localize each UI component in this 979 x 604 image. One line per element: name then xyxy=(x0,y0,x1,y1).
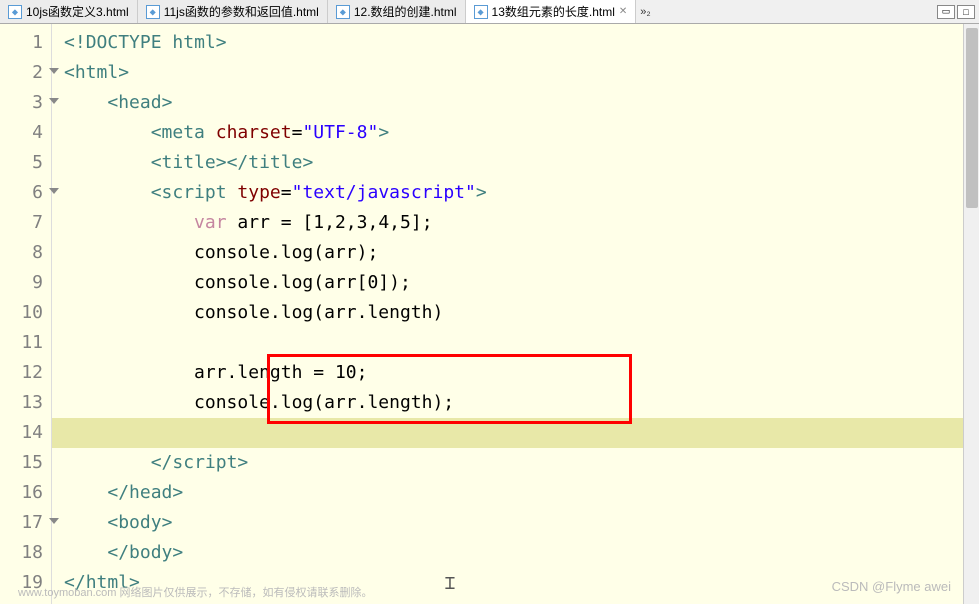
code-line: <!DOCTYPE html> xyxy=(64,28,979,58)
watermark-text: www.toymoban.com 网络图片仅供展示，不存储，如有侵权请联系删除。 xyxy=(18,584,372,600)
tab-1[interactable]: 11js函数的参数和返回值.html xyxy=(138,0,328,23)
code-line: console.log(arr.length); xyxy=(64,388,979,418)
code-line: <body> xyxy=(64,508,979,538)
line-number: 14 xyxy=(0,418,51,448)
line-number: 7 xyxy=(0,208,51,238)
code-line: </head> xyxy=(64,478,979,508)
line-number: 1 xyxy=(0,28,51,58)
tab-label: 10js函数定义3.html xyxy=(26,3,129,20)
line-number: 2 xyxy=(0,58,51,88)
code-line: console.log(arr); xyxy=(64,238,979,268)
code-line: <title></title> xyxy=(64,148,979,178)
tab-0[interactable]: 10js函数定义3.html xyxy=(0,0,138,23)
html-file-icon xyxy=(146,5,160,19)
line-number: 12 xyxy=(0,358,51,388)
line-number: 15 xyxy=(0,448,51,478)
code-line: console.log(arr[0]); xyxy=(64,268,979,298)
code-line: var arr = [1,2,3,4,5]; xyxy=(64,208,979,238)
tab-3[interactable]: 13数组元素的长度.html ✕ xyxy=(466,0,637,23)
line-number: 18 xyxy=(0,538,51,568)
line-gutter: 1 2 3 4 5 6 7 8 9 10 11 12 13 14 15 16 1… xyxy=(0,24,52,604)
code-line-current xyxy=(52,418,979,448)
line-number: 5 xyxy=(0,148,51,178)
line-number: 16 xyxy=(0,478,51,508)
html-file-icon xyxy=(336,5,350,19)
tab-label: 13数组元素的长度.html xyxy=(492,3,615,20)
code-line: <head> xyxy=(64,88,979,118)
tab-label: 12.数组的创建.html xyxy=(354,3,457,20)
line-number: 6 xyxy=(0,178,51,208)
line-number: 11 xyxy=(0,328,51,358)
code-line: </body> xyxy=(64,538,979,568)
line-number: 9 xyxy=(0,268,51,298)
code-line: <meta charset="UTF-8"> xyxy=(64,118,979,148)
vertical-scrollbar[interactable] xyxy=(963,24,979,604)
line-number: 4 xyxy=(0,118,51,148)
code-line xyxy=(64,328,979,358)
line-number: 17 xyxy=(0,508,51,538)
window-controls: ▭ □ xyxy=(935,0,979,23)
watermark-attribution: CSDN @Flyme awei xyxy=(832,579,951,594)
code-area[interactable]: <!DOCTYPE html> <html> <head> <meta char… xyxy=(52,24,979,604)
html-file-icon xyxy=(8,5,22,19)
code-line: </script> xyxy=(64,448,979,478)
scrollbar-thumb[interactable] xyxy=(966,28,978,208)
code-line: <html> xyxy=(64,58,979,88)
maximize-button[interactable]: □ xyxy=(957,5,975,19)
tab-label: 11js函数的参数和返回值.html xyxy=(164,3,319,20)
tab-2[interactable]: 12.数组的创建.html xyxy=(328,0,466,23)
code-line: console.log(arr.length) xyxy=(64,298,979,328)
tab-bar: 10js函数定义3.html 11js函数的参数和返回值.html 12.数组的… xyxy=(0,0,979,24)
text-cursor-icon: Ꮖ xyxy=(445,574,456,594)
line-number: 8 xyxy=(0,238,51,268)
code-line: arr.length = 10; xyxy=(64,358,979,388)
code-line: <script type="text/javascript"> xyxy=(64,178,979,208)
close-icon[interactable]: ✕ xyxy=(619,6,627,17)
line-number: 13 xyxy=(0,388,51,418)
minimize-button[interactable]: ▭ xyxy=(937,5,955,19)
line-number: 10 xyxy=(0,298,51,328)
tab-overflow[interactable]: »₂ xyxy=(636,0,654,23)
code-editor[interactable]: 1 2 3 4 5 6 7 8 9 10 11 12 13 14 15 16 1… xyxy=(0,24,979,604)
line-number: 3 xyxy=(0,88,51,118)
html-file-icon xyxy=(474,5,488,19)
